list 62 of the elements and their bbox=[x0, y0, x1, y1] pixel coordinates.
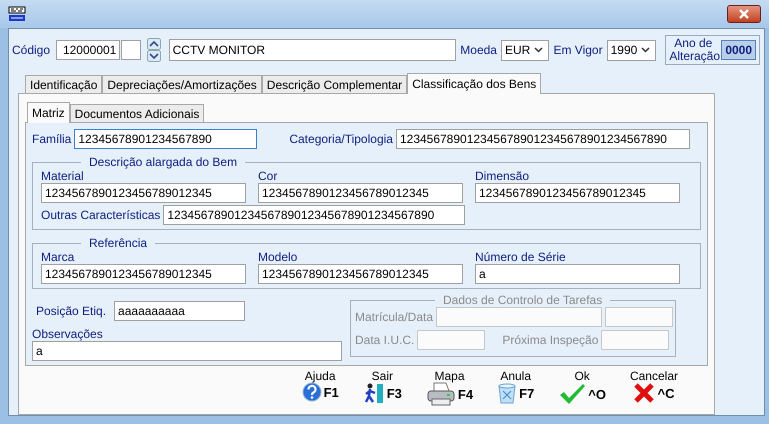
group-title: Referência bbox=[88, 236, 148, 250]
label-position-label: Posição Etiq. bbox=[36, 304, 106, 318]
tab[interactable]: Documentos Adicionais bbox=[70, 104, 204, 122]
notes-field[interactable]: a bbox=[32, 341, 342, 361]
tab[interactable]: Descrição Complementar bbox=[262, 75, 408, 93]
material-field[interactable]: 1234567890123456789012345 bbox=[41, 183, 246, 203]
dimension-field[interactable]: 1234567890123456789012345 bbox=[475, 183, 680, 203]
code-label: Código bbox=[12, 43, 50, 57]
family-field[interactable]: 12345678901234567890 bbox=[74, 129, 258, 149]
change-year-label: Ano de Alteração bbox=[669, 37, 718, 63]
close-icon bbox=[633, 382, 656, 404]
spin-control[interactable] bbox=[146, 38, 161, 62]
ok-button[interactable]: Ok ^O bbox=[558, 370, 606, 406]
other-features-label: Outras Características bbox=[41, 208, 160, 222]
help-icon bbox=[302, 382, 322, 402]
valid-label: Em Vigor bbox=[553, 43, 603, 57]
currency-dropdown[interactable]: EUR bbox=[500, 40, 550, 60]
description-field[interactable]: CCTV MONITOR bbox=[168, 39, 456, 61]
change-year-value: 0000 bbox=[721, 40, 756, 60]
help-button[interactable]: Ajuda F1 bbox=[302, 370, 339, 406]
tab[interactable]: Identificação bbox=[25, 75, 102, 93]
caret-icon bbox=[641, 47, 650, 53]
currency-label: Moeda bbox=[460, 43, 497, 57]
brand-label: Marca bbox=[41, 250, 76, 264]
other-features-field[interactable]: 1234567890123456789012345678901234567890 bbox=[163, 205, 466, 225]
cancel-button[interactable]: Cancelar ^C bbox=[630, 370, 678, 406]
brand-field[interactable]: 1234567890123456789012345 bbox=[41, 264, 246, 284]
close-button[interactable] bbox=[727, 5, 761, 23]
iuc-date-label: Data I.U.C. bbox=[355, 333, 414, 347]
tab[interactable]: Depreciações/Amortizações bbox=[102, 75, 262, 93]
model-field[interactable]: 1234567890123456789012345 bbox=[258, 264, 463, 284]
category-field[interactable]: 1234567890123456789012345678901234567890 bbox=[396, 129, 690, 149]
registration-date-label: Matrícula/Data bbox=[355, 310, 434, 324]
group-title: Dados de Controlo de Tarefas bbox=[442, 293, 604, 307]
next-inspection-label: Próxima Inspeção bbox=[502, 333, 598, 347]
code-field[interactable]: 12000001 bbox=[56, 40, 120, 60]
year-dropdown[interactable]: 1990 bbox=[606, 40, 656, 60]
walking-figure-icon bbox=[362, 382, 385, 404]
close-icon bbox=[738, 9, 750, 19]
family-label: Família bbox=[32, 132, 72, 146]
group-title: Descrição alargada do Bem bbox=[88, 155, 238, 169]
check-icon bbox=[558, 382, 586, 406]
printer-icon bbox=[426, 382, 456, 406]
label-position-field[interactable]: aaaaaaaaaa bbox=[114, 301, 246, 321]
recycle-bin-icon bbox=[497, 382, 518, 404]
tab[interactable]: Matriz bbox=[27, 102, 70, 123]
code-suffix-field[interactable] bbox=[121, 40, 141, 60]
material-label: Material bbox=[41, 169, 85, 183]
dimension-label: Dimensão bbox=[475, 169, 530, 183]
tab[interactable]: Classificação dos Bens bbox=[407, 73, 542, 94]
notes-label: Observações bbox=[32, 327, 104, 341]
caret-icon bbox=[534, 47, 544, 53]
category-label: Categoria/Tipologia bbox=[289, 132, 393, 146]
color-label: Cor bbox=[258, 169, 278, 183]
void-button[interactable]: Anula F7 bbox=[497, 370, 534, 406]
serial-number-label: Número de Série bbox=[475, 250, 567, 264]
app-icon bbox=[8, 6, 26, 22]
print-button[interactable]: Mapa F4 bbox=[426, 370, 474, 406]
model-label: Modelo bbox=[258, 250, 298, 264]
exit-button[interactable]: Sair F3 bbox=[362, 370, 402, 406]
color-field[interactable]: 1234567890123456789012345 bbox=[258, 183, 463, 203]
serial-number-field[interactable]: a bbox=[475, 264, 680, 284]
